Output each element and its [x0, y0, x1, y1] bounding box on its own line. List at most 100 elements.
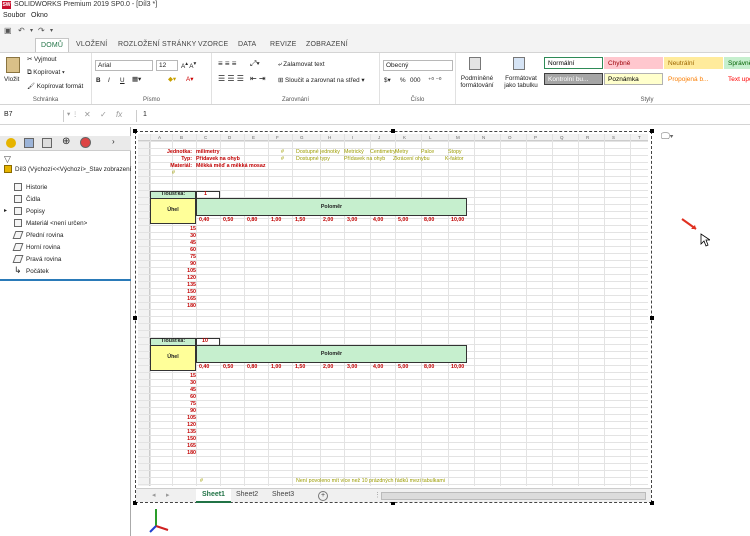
merge-center-button[interactable]: ⊞ Sloučit a zarovnat na střed ▾	[278, 77, 365, 84]
display-tab-icon[interactable]	[80, 137, 91, 148]
radius-value[interactable]: 1,00	[271, 364, 281, 371]
align-left-icon[interactable]: ☰ ☰ ☰	[218, 74, 244, 83]
expand-icon[interactable]: ▸	[4, 207, 7, 214]
more-tabs-icon[interactable]: ›	[112, 137, 115, 146]
cancel-icon[interactable]: ✕	[84, 110, 91, 119]
percent-button[interactable]: %	[400, 77, 406, 84]
radius-value[interactable]: 1,50	[295, 364, 305, 371]
tab-home[interactable]: DOMŮ	[35, 38, 70, 52]
angle-value[interactable]: 60	[178, 394, 196, 401]
menu-window[interactable]: Okno	[31, 12, 48, 19]
column-header[interactable]: S	[612, 134, 615, 141]
font-name-select[interactable]: Arial	[95, 60, 153, 71]
angle-value[interactable]: 30	[178, 233, 196, 240]
menu-file[interactable]: Soubor	[3, 12, 26, 19]
material-value[interactable]: Měkká měď a měkká mosaz	[196, 163, 265, 170]
tree-item-history[interactable]: Historie	[26, 184, 47, 191]
dimxpert-tab-icon[interactable]: ⊕	[62, 136, 70, 147]
angle-value[interactable]: 75	[178, 254, 196, 261]
column-header[interactable]: K	[403, 134, 406, 141]
angle-value[interactable]: 135	[178, 429, 196, 436]
thickness-value-1[interactable]: 1	[204, 191, 207, 198]
radius-value[interactable]: 0,40	[199, 364, 209, 371]
orientation-icon[interactable]: ⤢▾	[250, 59, 260, 69]
resize-handle[interactable]	[133, 129, 137, 133]
column-header[interactable]: G	[300, 134, 304, 141]
underline-button[interactable]: U	[120, 77, 125, 84]
radius-value[interactable]: 5,00	[398, 364, 408, 371]
resize-handle[interactable]	[133, 316, 137, 320]
font-grow-icon[interactable]: A▴ A▾	[181, 61, 196, 70]
name-box-dropdown-icon[interactable]: ▾ ⋮	[67, 111, 78, 118]
font-size-select[interactable]: 12	[156, 60, 178, 71]
style-neutral[interactable]: Neutrální	[664, 57, 723, 69]
feature-tree-tab-icon[interactable]	[6, 138, 16, 148]
radius-value[interactable]: 0,50	[223, 217, 233, 224]
thousands-button[interactable]: 000	[410, 77, 421, 84]
tab-data[interactable]: DATA	[238, 41, 256, 48]
tab-formulas[interactable]: VZORCE	[198, 41, 228, 48]
radius-value[interactable]: 0,80	[247, 364, 257, 371]
angle-value[interactable]: 45	[178, 387, 196, 394]
tab-review[interactable]: REVIZE	[270, 41, 296, 48]
column-header[interactable]: N	[482, 134, 485, 141]
currency-icon[interactable]: $▾	[384, 77, 391, 84]
radius-value[interactable]: 1,50	[295, 217, 305, 224]
decimal-icon[interactable]: ⁺⁰ ⁻⁰	[428, 77, 441, 84]
radius-value[interactable]: 2,00	[323, 364, 333, 371]
undo-icon[interactable]: ↶	[18, 26, 25, 35]
column-header[interactable]: E	[252, 134, 255, 141]
radius-value[interactable]: 3,00	[347, 217, 357, 224]
radius-value[interactable]: 10,00	[451, 364, 464, 371]
tree-item-material[interactable]: Materiál <není určen>	[26, 220, 87, 227]
column-header[interactable]: D	[228, 134, 231, 141]
redo-icon[interactable]: ↷	[38, 26, 45, 35]
radius-value[interactable]: 4,00	[373, 364, 383, 371]
column-header[interactable]: T	[638, 134, 641, 141]
tree-item-right-plane[interactable]: Pravá rovina	[26, 256, 61, 263]
angle-value[interactable]: 165	[178, 296, 196, 303]
customize-icon[interactable]: ▾	[50, 27, 53, 34]
resize-handle[interactable]	[650, 316, 654, 320]
tree-item-annotations[interactable]: Popisy	[26, 208, 45, 215]
column-header[interactable]: C	[204, 134, 207, 141]
align-top-icon[interactable]: ≡ ≡ ≡	[218, 59, 236, 68]
conditional-format-icon[interactable]	[469, 57, 481, 70]
filter-icon[interactable]: ▽	[4, 154, 11, 165]
resize-handle[interactable]	[650, 129, 654, 133]
angle-value[interactable]: 120	[178, 422, 196, 429]
angle-value[interactable]: 75	[178, 401, 196, 408]
angle-value[interactable]: 45	[178, 240, 196, 247]
tree-item-origin[interactable]: Počátek	[26, 268, 49, 275]
property-tab-icon[interactable]	[24, 138, 34, 148]
angle-value[interactable]: 105	[178, 415, 196, 422]
angle-value[interactable]: 15	[178, 226, 196, 233]
column-header[interactable]: F	[276, 134, 279, 141]
column-header[interactable]: B	[180, 134, 183, 141]
paste-icon[interactable]	[6, 57, 20, 73]
column-header[interactable]: L	[429, 134, 432, 141]
paste-button[interactable]: Vložit	[4, 76, 19, 83]
column-header[interactable]: J	[378, 134, 380, 141]
tree-item-front-plane[interactable]: Přední rovina	[26, 232, 63, 239]
radius-value[interactable]: 8,00	[424, 364, 434, 371]
radius-value[interactable]: 10,00	[451, 217, 464, 224]
fill-color-icon[interactable]: ◆▾	[168, 76, 176, 83]
display-pane-icon[interactable]: 🖵▾	[661, 131, 673, 142]
angle-value[interactable]: 60	[178, 247, 196, 254]
cut-button[interactable]: ✂ Vyjmout	[27, 56, 57, 63]
tab-insert[interactable]: VLOŽENÍ	[76, 41, 107, 48]
column-header[interactable]: R	[586, 134, 589, 141]
style-linked-cell[interactable]: Propojená b...	[664, 73, 723, 85]
tree-item-sensors[interactable]: Čidla	[26, 196, 40, 203]
borders-icon[interactable]: ▦▾	[132, 76, 141, 83]
style-check-cell[interactable]: Kontrolní bu...	[544, 73, 603, 85]
radius-value[interactable]: 3,00	[347, 364, 357, 371]
formula-input[interactable]: 1	[136, 110, 748, 122]
bold-button[interactable]: B	[96, 77, 101, 84]
name-box[interactable]: B7	[2, 110, 64, 122]
copy-button[interactable]: ⧉ Kopírovat ▾	[27, 69, 65, 77]
next-sheet-icon[interactable]: ▸	[166, 491, 170, 499]
column-header[interactable]: P	[534, 134, 537, 141]
angle-value[interactable]: 30	[178, 380, 196, 387]
